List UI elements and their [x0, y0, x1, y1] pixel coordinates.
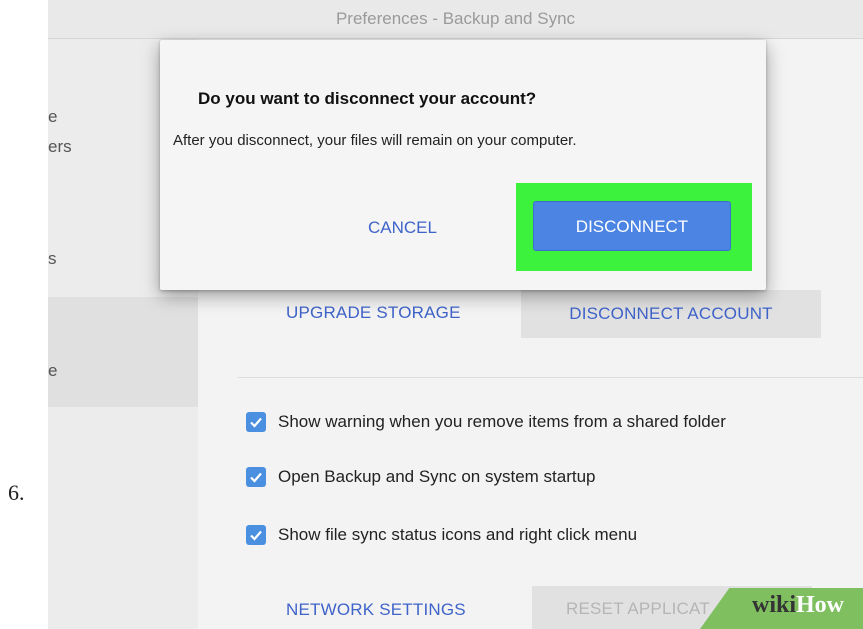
network-settings-button[interactable]: NETWORK SETTINGS — [286, 600, 466, 620]
option-label: Show file sync status icons and right cl… — [278, 525, 638, 544]
sidebar-item-2[interactable]: ers — [48, 137, 72, 157]
disconnect-button[interactable]: DISCONNECT — [533, 201, 731, 251]
cancel-button[interactable]: CANCEL — [368, 218, 437, 238]
checkbox-checked-icon[interactable] — [246, 525, 266, 545]
dialog-title: Do you want to disconnect your account? — [198, 89, 537, 108]
watermark-part-1: wiki — [752, 592, 797, 618]
step-number: 6. — [8, 480, 25, 505]
disconnect-account-button[interactable]: DISCONNECT ACCOUNT — [521, 290, 821, 338]
sidebar-active-item-bg — [48, 297, 198, 407]
sidebar-item-4[interactable]: e — [48, 361, 57, 381]
window-title: Preferences - Backup and Sync — [48, 0, 863, 39]
disconnect-dialog: Do you want to disconnect your account? … — [160, 40, 766, 290]
dialog-message: After you disconnect, your files will re… — [173, 132, 577, 149]
sidebar-item-3[interactable]: s — [48, 249, 57, 269]
checkbox-checked-icon[interactable] — [246, 467, 266, 487]
option-shared-folder-warning[interactable]: Show warning when you remove items from … — [246, 409, 726, 435]
watermark-part-2: How — [796, 592, 845, 618]
sidebar-item-1[interactable]: e — [48, 107, 57, 127]
checkbox-checked-icon[interactable] — [246, 412, 266, 432]
watermark-logo: wikiHow — [752, 592, 844, 619]
option-open-on-startup[interactable]: Open Backup and Sync on system startup — [246, 464, 596, 490]
option-label: Show warning when you remove items from … — [278, 412, 726, 431]
option-sync-status-icons[interactable]: Show file sync status icons and right cl… — [246, 522, 637, 548]
section-divider — [238, 377, 863, 378]
option-label: Open Backup and Sync on system startup — [278, 467, 596, 486]
upgrade-storage-button[interactable]: UPGRADE STORAGE — [286, 303, 461, 323]
